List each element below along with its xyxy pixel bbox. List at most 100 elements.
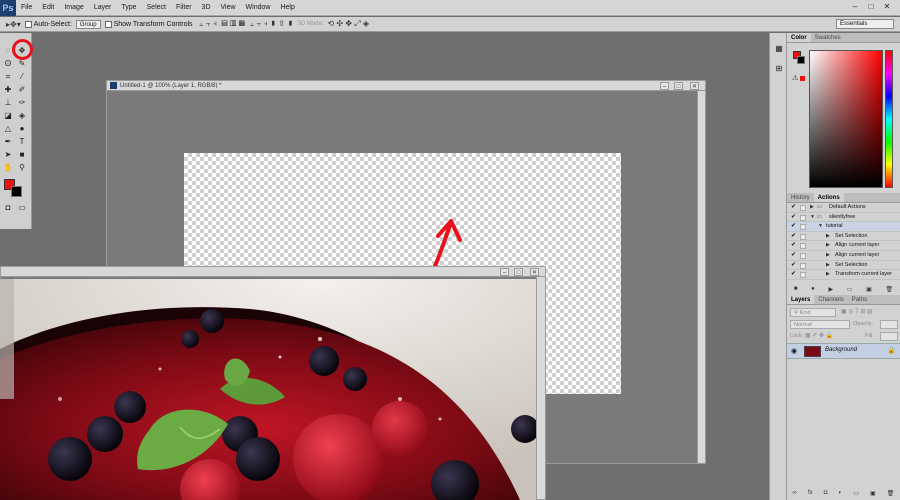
record-icon[interactable]: ●: [811, 286, 815, 292]
doc-minimize-button[interactable]: –: [660, 82, 669, 90]
link-icon[interactable]: ∞: [793, 490, 797, 496]
auto-select-dropdown[interactable]: Group: [75, 19, 101, 29]
history-panel-icon[interactable]: ▦: [773, 43, 785, 54]
blend-mode-select[interactable]: Normal: [790, 320, 850, 329]
mask-icon[interactable]: ◘: [824, 490, 828, 496]
history-brush-icon[interactable]: ✑: [16, 97, 28, 108]
type-icon[interactable]: T: [16, 136, 28, 147]
check-icon[interactable]: ✔: [791, 203, 796, 213]
collapse-icon[interactable]: ▼: [818, 222, 823, 232]
photo-titlebar[interactable]: – □ ✕: [1, 267, 545, 277]
new-action-icon[interactable]: ▣: [866, 286, 872, 293]
minimize-button[interactable]: –: [850, 2, 860, 12]
layer-kind-filter[interactable]: ⚲ Kind: [790, 308, 836, 317]
list-item[interactable]: ✔ ▼ tutorial: [787, 222, 900, 232]
delete-icon[interactable]: 🗑: [886, 286, 894, 293]
brush-icon[interactable]: ✐: [16, 84, 28, 95]
eraser-icon[interactable]: ◪: [2, 110, 14, 121]
group-icon[interactable]: ▭: [853, 490, 859, 497]
document-titlebar[interactable]: Untitled-1 @ 100% (Layer 1, RGB/8) * – □…: [107, 81, 705, 91]
align-icons[interactable]: ⫠ ⫟ ⫞ ▤ ▥ ▦ ⫠ ⫟ ⫞ ▮ ▯ ▮: [197, 19, 294, 29]
doc-close-button[interactable]: ✕: [690, 82, 699, 90]
menu-help[interactable]: Help: [275, 4, 299, 11]
doc-maximize-button[interactable]: □: [674, 82, 683, 90]
delete-layer-icon[interactable]: 🗑: [887, 490, 895, 497]
fill-field[interactable]: [880, 332, 898, 341]
color-panel-background-swatch[interactable]: [797, 56, 805, 64]
menu-select[interactable]: Select: [142, 4, 171, 11]
list-item[interactable]: ✔ ▶ Set Selection: [787, 261, 900, 271]
photo-scrollbar[interactable]: [536, 277, 545, 499]
list-item[interactable]: ✔ ▼ ▭ silentlyfree: [787, 213, 900, 223]
eyedropper-icon[interactable]: ⁄: [16, 71, 28, 82]
tab-history[interactable]: History: [787, 193, 814, 202]
dialog-toggle[interactable]: [800, 224, 806, 231]
3d-mode-icons[interactable]: ⟲ ✣ ✥ ⤢ ◈: [327, 19, 369, 29]
expand-icon[interactable]: ▶: [810, 203, 814, 213]
collapse-icon[interactable]: ▼: [810, 213, 815, 223]
menu-edit[interactable]: Edit: [37, 4, 59, 11]
photo-close-button[interactable]: ✕: [530, 268, 539, 276]
dialog-toggle[interactable]: [800, 272, 806, 279]
check-icon[interactable]: ✔: [791, 261, 796, 271]
tab-swatches[interactable]: Swatches: [811, 33, 845, 42]
opacity-field[interactable]: [880, 320, 898, 329]
expand-icon[interactable]: ▶: [826, 241, 830, 251]
crop-icon[interactable]: ⌗: [2, 71, 14, 82]
background-color-swatch[interactable]: [11, 186, 22, 197]
menu-type[interactable]: Type: [116, 4, 141, 11]
path-select-icon[interactable]: ➤: [2, 149, 14, 160]
tab-actions[interactable]: Actions: [813, 193, 844, 202]
menu-window[interactable]: Window: [241, 4, 276, 11]
photo-minimize-button[interactable]: –: [500, 268, 509, 276]
fx-icon[interactable]: fx: [808, 490, 813, 496]
menu-layer[interactable]: Layer: [89, 4, 117, 11]
check-icon[interactable]: ✔: [791, 213, 796, 223]
workspace-switcher[interactable]: Essentials: [836, 19, 894, 29]
quick-mask-icon[interactable]: ◘: [2, 202, 14, 213]
document-scrollbar[interactable]: [697, 91, 705, 463]
dialog-toggle[interactable]: [800, 233, 806, 240]
menu-file[interactable]: File: [16, 4, 37, 11]
gamut-color-chip[interactable]: [800, 76, 805, 81]
auto-select-checkbox[interactable]: [24, 20, 32, 28]
close-button[interactable]: ✕: [882, 2, 892, 12]
list-item[interactable]: ✔ ▶ Transform current layer: [787, 270, 900, 280]
new-layer-icon[interactable]: ▣: [870, 490, 876, 497]
menu-view[interactable]: View: [216, 4, 241, 11]
layer-row-background[interactable]: ◉ Background 🔒: [787, 343, 900, 359]
check-icon[interactable]: ✔: [791, 232, 796, 242]
stamp-icon[interactable]: ⊥: [2, 97, 14, 108]
tab-color[interactable]: Color: [787, 33, 811, 42]
pen-icon[interactable]: ✒: [2, 136, 14, 147]
properties-panel-icon[interactable]: ⊞: [773, 63, 785, 74]
tab-paths[interactable]: Paths: [848, 295, 871, 304]
lock-icons[interactable]: ▦ ✐ ✥ 🔒: [805, 332, 833, 339]
bucket-icon[interactable]: ◈: [16, 110, 28, 121]
eye-icon[interactable]: ◉: [791, 347, 797, 355]
dodge-icon[interactable]: ●: [16, 123, 28, 134]
list-item[interactable]: ✔ ▶ ▭ Default Actions: [787, 203, 900, 213]
hue-slider[interactable]: [885, 50, 893, 188]
expand-icon[interactable]: ▶: [826, 251, 830, 261]
screen-mode-icon[interactable]: ▭: [16, 202, 28, 213]
dialog-toggle[interactable]: [800, 243, 806, 250]
lasso-icon[interactable]: ʘ: [2, 58, 14, 69]
dialog-toggle[interactable]: [800, 205, 806, 211]
color-picker-field[interactable]: [809, 50, 883, 188]
check-icon[interactable]: ✔: [791, 241, 796, 251]
list-item[interactable]: ✔ ▶ Align current layer: [787, 241, 900, 251]
photo-maximize-button[interactable]: □: [514, 268, 523, 276]
blur-icon[interactable]: △: [2, 123, 14, 134]
hand-icon[interactable]: ✋: [2, 162, 14, 173]
layer-filter-icons[interactable]: ▣ ◎ T ⊞ ▤: [841, 308, 873, 315]
new-set-icon[interactable]: ▭: [847, 286, 853, 293]
menu-image[interactable]: Image: [59, 4, 88, 11]
move-tool-preset-icon[interactable]: ▸✥▾: [6, 20, 21, 29]
list-item[interactable]: ✔ ▶ Set Selection: [787, 232, 900, 242]
tab-layers[interactable]: Layers: [787, 295, 815, 304]
menu-filter[interactable]: Filter: [171, 4, 197, 11]
healing-icon[interactable]: ✚: [2, 84, 14, 95]
adjustment-icon[interactable]: ◐: [838, 490, 842, 496]
expand-icon[interactable]: ▶: [826, 270, 830, 280]
